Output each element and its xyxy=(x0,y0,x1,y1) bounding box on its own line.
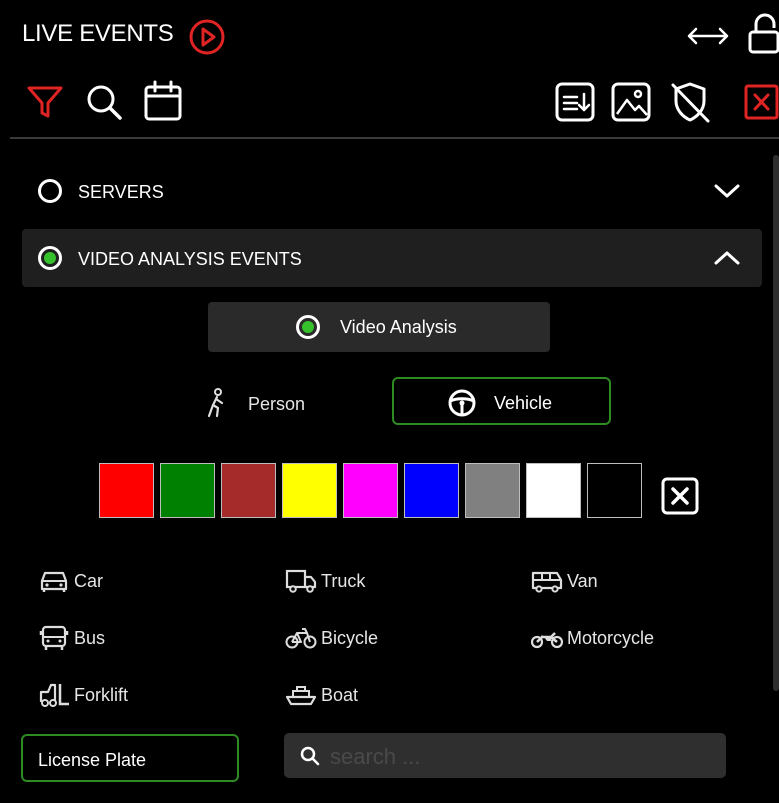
calendar-icon[interactable] xyxy=(143,80,183,122)
steering-wheel-icon xyxy=(448,389,476,417)
bus-icon xyxy=(38,625,70,651)
bicycle-icon xyxy=(285,625,317,651)
video-analysis-radio[interactable] xyxy=(296,315,320,339)
video-analysis-events-radio[interactable] xyxy=(38,246,62,270)
play-icon[interactable] xyxy=(188,18,226,56)
color-swatch[interactable] xyxy=(160,463,215,518)
image-icon[interactable] xyxy=(611,82,651,122)
chevron-down-icon[interactable] xyxy=(712,181,742,201)
section-video-analysis-events-label: VIDEO ANALYSIS EVENTS xyxy=(78,249,302,269)
shield-off-icon[interactable] xyxy=(668,80,712,124)
video-analysis-button[interactable]: Video Analysis xyxy=(208,302,550,352)
boat-icon xyxy=(285,682,317,708)
search-input[interactable] xyxy=(328,733,712,780)
color-swatch[interactable] xyxy=(526,463,581,518)
color-swatch[interactable] xyxy=(282,463,337,518)
color-swatch[interactable] xyxy=(465,463,520,518)
person-label: Person xyxy=(248,394,306,414)
resize-horizontal-icon[interactable] xyxy=(686,24,730,48)
video-analysis-label: Video Analysis xyxy=(340,317,457,337)
license-plate-button[interactable]: License Plate xyxy=(21,734,239,782)
color-swatch[interactable] xyxy=(587,463,642,518)
vehicle-type-label: Truck xyxy=(321,571,366,591)
scrollbar[interactable] xyxy=(773,155,779,691)
color-swatch[interactable] xyxy=(221,463,276,518)
truck-icon xyxy=(285,568,317,594)
search-icon xyxy=(300,746,320,766)
color-swatch[interactable] xyxy=(99,463,154,518)
color-swatch[interactable] xyxy=(343,463,398,518)
filter-icon[interactable] xyxy=(26,84,64,120)
vehicle-type-label: Bicycle xyxy=(321,628,379,648)
lock-icon[interactable] xyxy=(748,10,779,56)
van-icon xyxy=(531,568,563,594)
person-option[interactable]: Person xyxy=(200,380,350,426)
export-list-icon[interactable] xyxy=(555,82,595,122)
section-servers[interactable]: SERVERS xyxy=(22,162,762,220)
license-plate-label: License Plate xyxy=(38,750,147,770)
person-walking-icon xyxy=(204,388,228,418)
vehicle-type-label: Bus xyxy=(74,628,106,648)
vehicle-type-label: Motorcycle xyxy=(567,628,655,648)
section-video-analysis-events[interactable]: VIDEO ANALYSIS EVENTS xyxy=(22,229,762,287)
motorcycle-icon xyxy=(531,625,563,651)
vehicle-option[interactable]: Vehicle xyxy=(392,377,611,425)
section-servers-label: SERVERS xyxy=(78,182,164,202)
search-box[interactable] xyxy=(284,733,726,780)
vehicle-type-label: Van xyxy=(567,571,598,591)
car-icon xyxy=(38,568,70,594)
panel-title: LIVE EVENTS xyxy=(22,20,174,47)
close-icon[interactable] xyxy=(744,84,779,120)
servers-radio[interactable] xyxy=(38,179,62,203)
vehicle-label: Vehicle xyxy=(494,393,553,413)
toolbar-divider xyxy=(10,137,779,139)
search-icon[interactable] xyxy=(84,82,124,122)
vehicle-type-label: Car xyxy=(74,571,104,591)
vehicle-type-label: Forklift xyxy=(74,685,128,705)
vehicle-type-label: Boat xyxy=(321,685,359,705)
chevron-up-icon[interactable] xyxy=(712,248,742,268)
color-swatch[interactable] xyxy=(404,463,459,518)
forklift-icon xyxy=(38,682,70,708)
clear-colors-icon[interactable] xyxy=(661,477,699,515)
